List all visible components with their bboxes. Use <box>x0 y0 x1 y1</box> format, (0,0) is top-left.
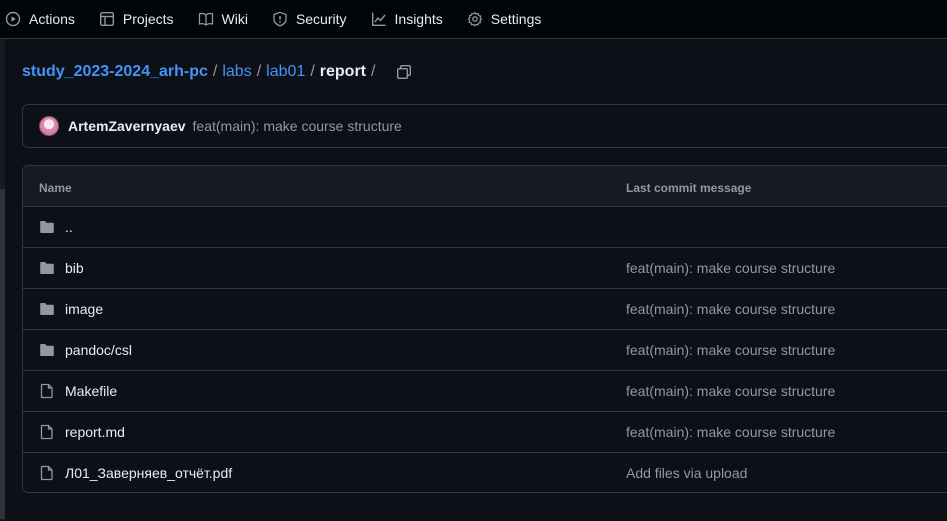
folder-icon <box>40 262 54 274</box>
file-commit-message[interactable]: feat(main): make course structure <box>626 383 835 399</box>
breadcrumb-labs-link[interactable]: labs <box>222 63 251 81</box>
folder-icon <box>40 221 54 233</box>
file-icon <box>40 465 53 481</box>
nav-actions-label: Actions <box>29 11 75 27</box>
file-table: Name Last commit message .. bib feat(mai… <box>22 165 947 493</box>
nav-settings-label: Settings <box>490 11 542 27</box>
nav-security[interactable]: Security <box>260 0 359 38</box>
table-row[interactable]: image feat(main): make course structure <box>23 289 947 330</box>
nav-security-label: Security <box>295 11 347 27</box>
copy-icon <box>397 65 412 80</box>
breadcrumb-repo-link[interactable]: study_2023-2024_arh-pc <box>22 63 208 81</box>
left-scrollbar[interactable] <box>0 39 5 521</box>
commit-message[interactable]: feat(main): make course structure <box>193 118 402 134</box>
file-name[interactable]: bib <box>65 260 84 276</box>
folder-icon <box>40 344 54 356</box>
column-header-name: Name <box>39 181 72 195</box>
nav-insights[interactable]: Insights <box>359 0 455 38</box>
play-circle-icon <box>5 11 21 27</box>
file-commit-message[interactable]: Add files via upload <box>626 465 747 481</box>
file-icon <box>40 424 53 440</box>
table-header: Name Last commit message <box>23 166 947 207</box>
file-name[interactable]: image <box>65 301 103 317</box>
file-name[interactable]: Л01_Заверняев_отчёт.pdf <box>65 465 232 481</box>
latest-commit-box: ArtemZavernyaev feat(main): make course … <box>22 104 947 148</box>
breadcrumb-separator: / <box>256 63 262 80</box>
table-row[interactable]: .. <box>23 207 947 248</box>
breadcrumb-current: report <box>319 63 366 80</box>
nav-insights-label: Insights <box>394 11 443 27</box>
nav-projects-label: Projects <box>122 11 174 27</box>
folder-icon <box>40 303 54 315</box>
file-commit-message[interactable]: feat(main): make course structure <box>626 301 835 317</box>
shield-icon <box>272 11 288 27</box>
graph-icon <box>371 11 387 27</box>
nav-wiki[interactable]: Wiki <box>186 0 260 38</box>
breadcrumb-separator: / <box>371 63 376 80</box>
file-commit-message[interactable]: feat(main): make course structure <box>626 260 835 276</box>
file-icon <box>40 383 53 399</box>
column-header-message: Last commit message <box>626 181 752 195</box>
file-commit-message[interactable]: feat(main): make course structure <box>626 424 835 440</box>
table-row[interactable]: report.md feat(main): make course struct… <box>23 412 947 453</box>
table-icon <box>99 11 115 27</box>
file-name[interactable]: .. <box>65 219 73 235</box>
copy-path-button[interactable] <box>394 62 414 82</box>
file-name[interactable]: pandoc/csl <box>65 342 132 358</box>
nav-wiki-label: Wiki <box>221 11 248 27</box>
scrollbar-thumb[interactable] <box>0 189 5 519</box>
table-row[interactable]: bib feat(main): make course structure <box>23 248 947 289</box>
file-name[interactable]: report.md <box>65 424 125 440</box>
table-row[interactable]: Л01_Заверняев_отчёт.pdf Add files via up… <box>23 453 947 492</box>
table-row[interactable]: Makefile feat(main): make course structu… <box>23 371 947 412</box>
table-row[interactable]: pandoc/csl feat(main): make course struc… <box>23 330 947 371</box>
breadcrumb-lab01-link[interactable]: lab01 <box>266 63 305 81</box>
nav-projects[interactable]: Projects <box>87 0 186 38</box>
breadcrumb: study_2023-2024_arh-pc / labs / lab01 / … <box>22 60 414 84</box>
file-commit-message[interactable]: feat(main): make course structure <box>626 342 835 358</box>
repo-nav-bar: Actions Projects Wiki Security Insights … <box>0 0 947 39</box>
commit-author[interactable]: ArtemZavernyaev <box>68 118 186 134</box>
gear-icon <box>467 11 483 27</box>
avatar[interactable] <box>39 116 59 136</box>
breadcrumb-separator: / <box>212 63 218 80</box>
nav-actions[interactable]: Actions <box>0 0 87 38</box>
book-icon <box>198 11 214 27</box>
file-name[interactable]: Makefile <box>65 383 117 399</box>
breadcrumb-separator: / <box>310 63 315 80</box>
nav-settings[interactable]: Settings <box>455 0 554 38</box>
